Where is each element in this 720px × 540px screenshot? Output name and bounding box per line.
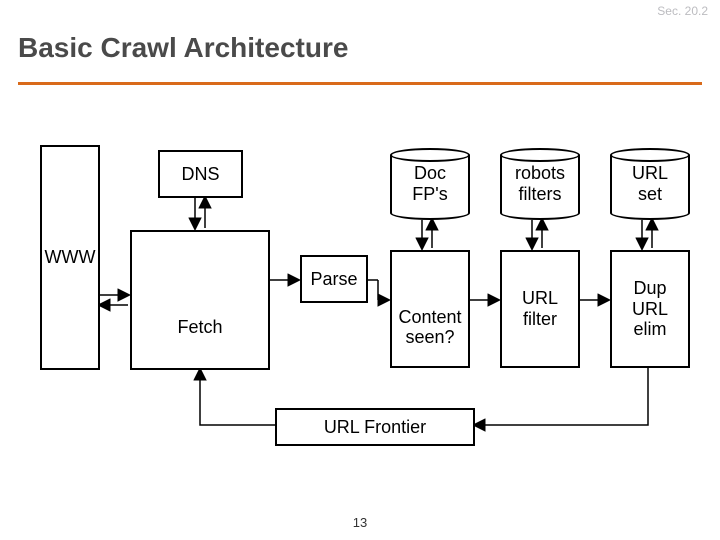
box-content-seen-label: Content seen? [398, 307, 461, 348]
section-reference: Sec. 20.2 [657, 4, 708, 18]
box-dup-url-elim-label: Dup URL elim [632, 278, 668, 340]
cylinder-url-set-label: URL set [632, 163, 668, 204]
page-number: 13 [353, 515, 367, 530]
cylinder-robots-filters: robots filters [500, 148, 580, 220]
box-dup-url-elim: Dup URL elim [610, 250, 690, 368]
box-parse-label: Parse [310, 269, 357, 290]
cylinder-doc-fps: Doc FP's [390, 148, 470, 220]
box-www-label: WWW [45, 247, 96, 268]
cylinder-robots-filters-label: robots filters [515, 163, 565, 204]
box-content-seen: Content seen? [390, 250, 470, 368]
box-fetch-label: Fetch [177, 317, 222, 338]
box-parse: Parse [300, 255, 368, 303]
title-divider [18, 82, 702, 85]
box-url-frontier-label: URL Frontier [324, 417, 426, 438]
box-url-filter-label: URL filter [522, 288, 558, 329]
page-title: Basic Crawl Architecture [18, 32, 348, 64]
box-www: WWW [40, 145, 100, 370]
cylinder-doc-fps-label: Doc FP's [412, 163, 447, 204]
box-dns: DNS [158, 150, 243, 198]
box-fetch: Fetch [130, 230, 270, 370]
architecture-diagram: WWW DNS Fetch Parse Content seen? URL fi… [0, 120, 720, 490]
cylinder-url-set: URL set [610, 148, 690, 220]
box-url-filter: URL filter [500, 250, 580, 368]
box-dns-label: DNS [181, 164, 219, 185]
box-url-frontier: URL Frontier [275, 408, 475, 446]
